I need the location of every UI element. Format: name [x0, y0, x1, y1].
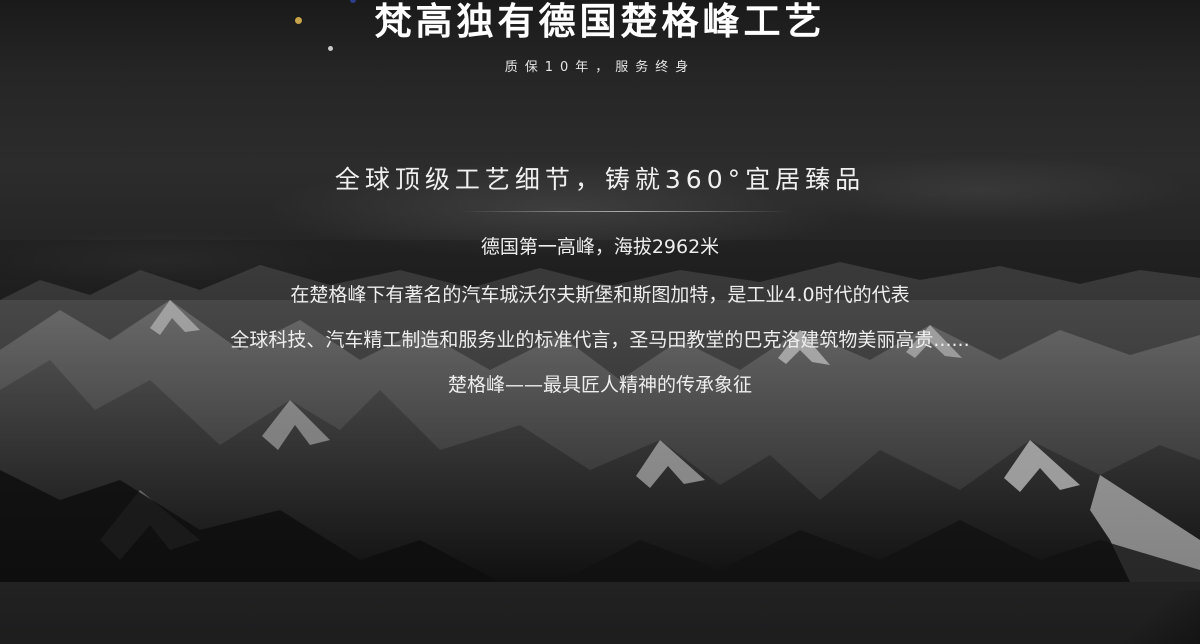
corner-shade	[1120, 590, 1200, 644]
banner: 梵高独有德国楚格峰工艺 质保10年，服务终身 全球顶级工艺细节，铸就360°宜居…	[0, 0, 1200, 644]
description-line: 楚格峰——最具匠人精神的传承象征	[447, 374, 752, 396]
description-line: 全球科技、汽车精工制造和服务业的标准代言，圣马田教堂的巴克洛建筑物美丽高贵...…	[230, 329, 970, 351]
headline-divider	[460, 211, 790, 212]
description-line: 德国第一高峰，海拔2962米	[480, 236, 720, 258]
title-subtitle: 质保10年，服务终身	[504, 60, 696, 75]
description-line: 在楚格峰下有著名的汽车城沃尔夫斯堡和斯图加特，是工业4.0时代的代表	[290, 284, 910, 306]
page-title: 梵高独有德国楚格峰工艺	[374, 0, 826, 43]
section-headline: 全球顶级工艺细节，铸就360°宜居臻品	[334, 165, 866, 194]
white-dot-decoration	[328, 46, 333, 51]
bottom-band	[0, 582, 1200, 644]
